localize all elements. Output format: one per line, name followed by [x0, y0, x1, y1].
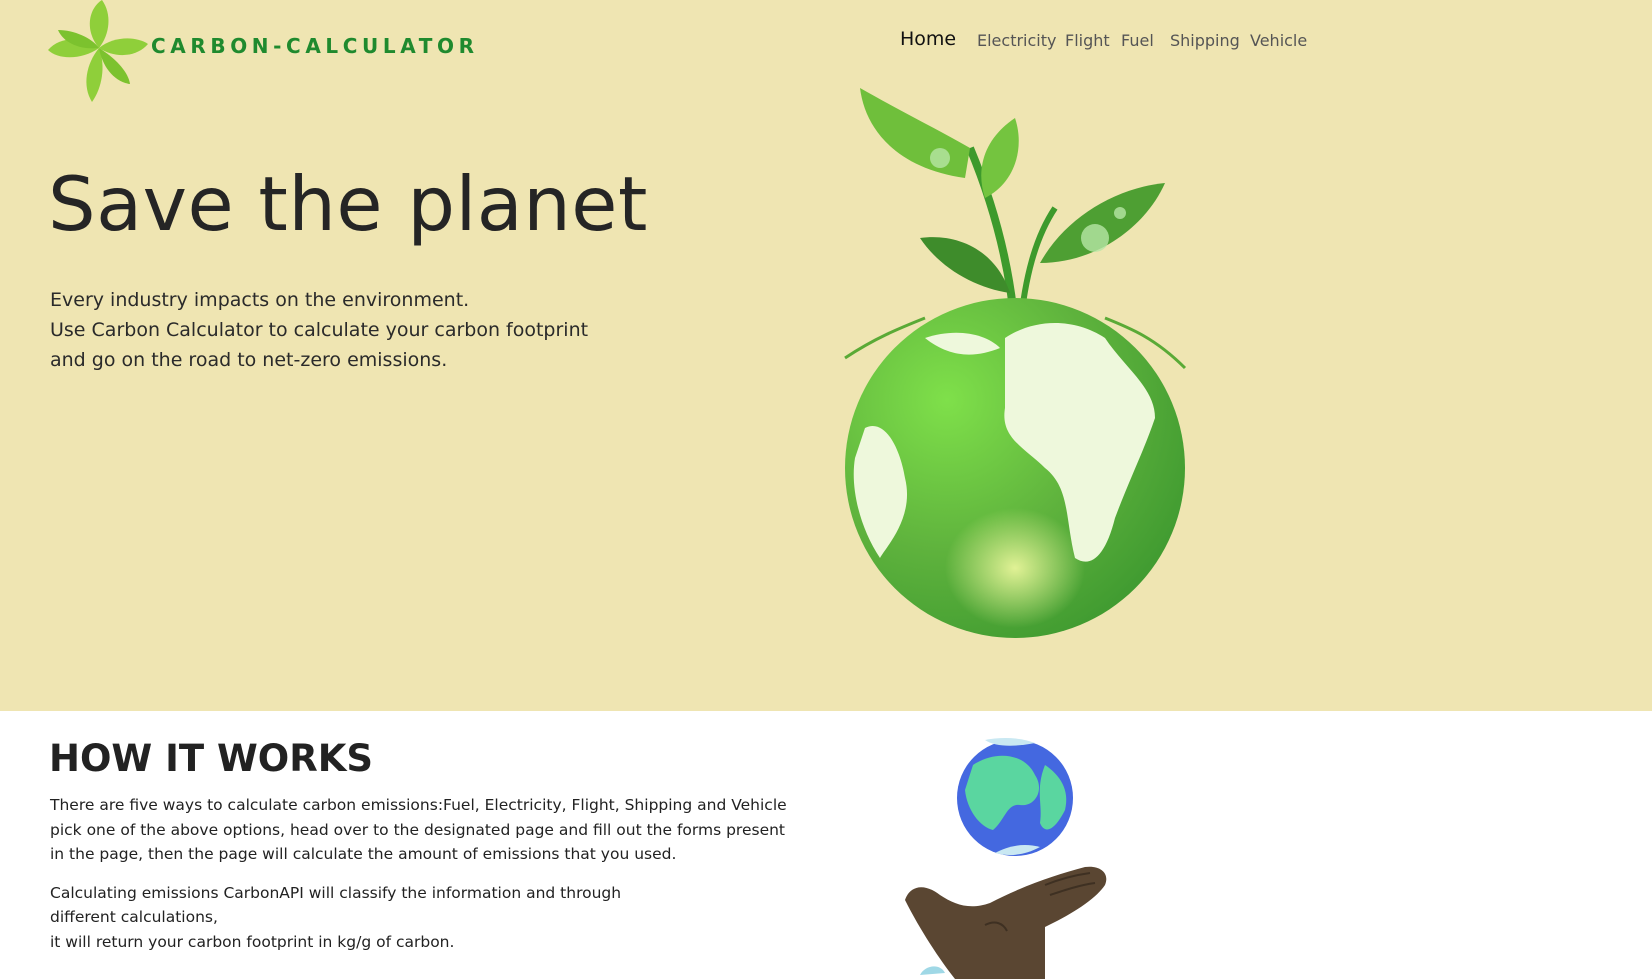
- how-line: it will return your carbon footprint in …: [50, 932, 455, 951]
- leaf-logo-icon[interactable]: [44, 0, 154, 110]
- plant-globe-illustration: [844, 88, 1187, 638]
- how-line: in the page, then the page will calculat…: [50, 845, 677, 863]
- how-line: pick one of the above options, head over…: [50, 820, 786, 839]
- nav-electricity[interactable]: Electricity: [977, 28, 1056, 54]
- how-paragraph: There are five ways to calculate carbon …: [50, 793, 787, 867]
- nav-vehicle[interactable]: Vehicle: [1250, 28, 1307, 54]
- hero-section: CARBON-CALCULATOR Home Electricity Fligh…: [0, 0, 1652, 711]
- nav-flight[interactable]: Flight: [1065, 28, 1110, 54]
- how-line: There are five ways to calculate carbon …: [50, 796, 787, 814]
- how-title: HOW IT WORKS: [49, 737, 374, 780]
- hand-holding-earth-illustration: [905, 738, 1107, 979]
- nav-fuel[interactable]: Fuel: [1121, 28, 1154, 54]
- how-line: different calculations,: [50, 908, 218, 926]
- hero-intro-line: Every industry impacts on the environmen…: [50, 289, 470, 311]
- how-paragraph: Calculating emissions CarbonAPI will cla…: [50, 881, 787, 955]
- hero-intro-line: Use Carbon Calculator to calculate your …: [50, 319, 589, 341]
- hero-title: Save the planet: [48, 160, 648, 248]
- hero-intro-line: and go on the road to net-zero emissions…: [50, 349, 448, 371]
- how-description: There are five ways to calculate carbon …: [50, 793, 787, 968]
- how-line: Calculating emissions CarbonAPI will cla…: [50, 883, 622, 902]
- hero-intro: Every industry impacts on the environmen…: [50, 285, 588, 375]
- nav-home[interactable]: Home: [900, 26, 956, 52]
- brand-name[interactable]: CARBON-CALCULATOR: [151, 34, 479, 58]
- nav-shipping[interactable]: Shipping: [1170, 28, 1240, 54]
